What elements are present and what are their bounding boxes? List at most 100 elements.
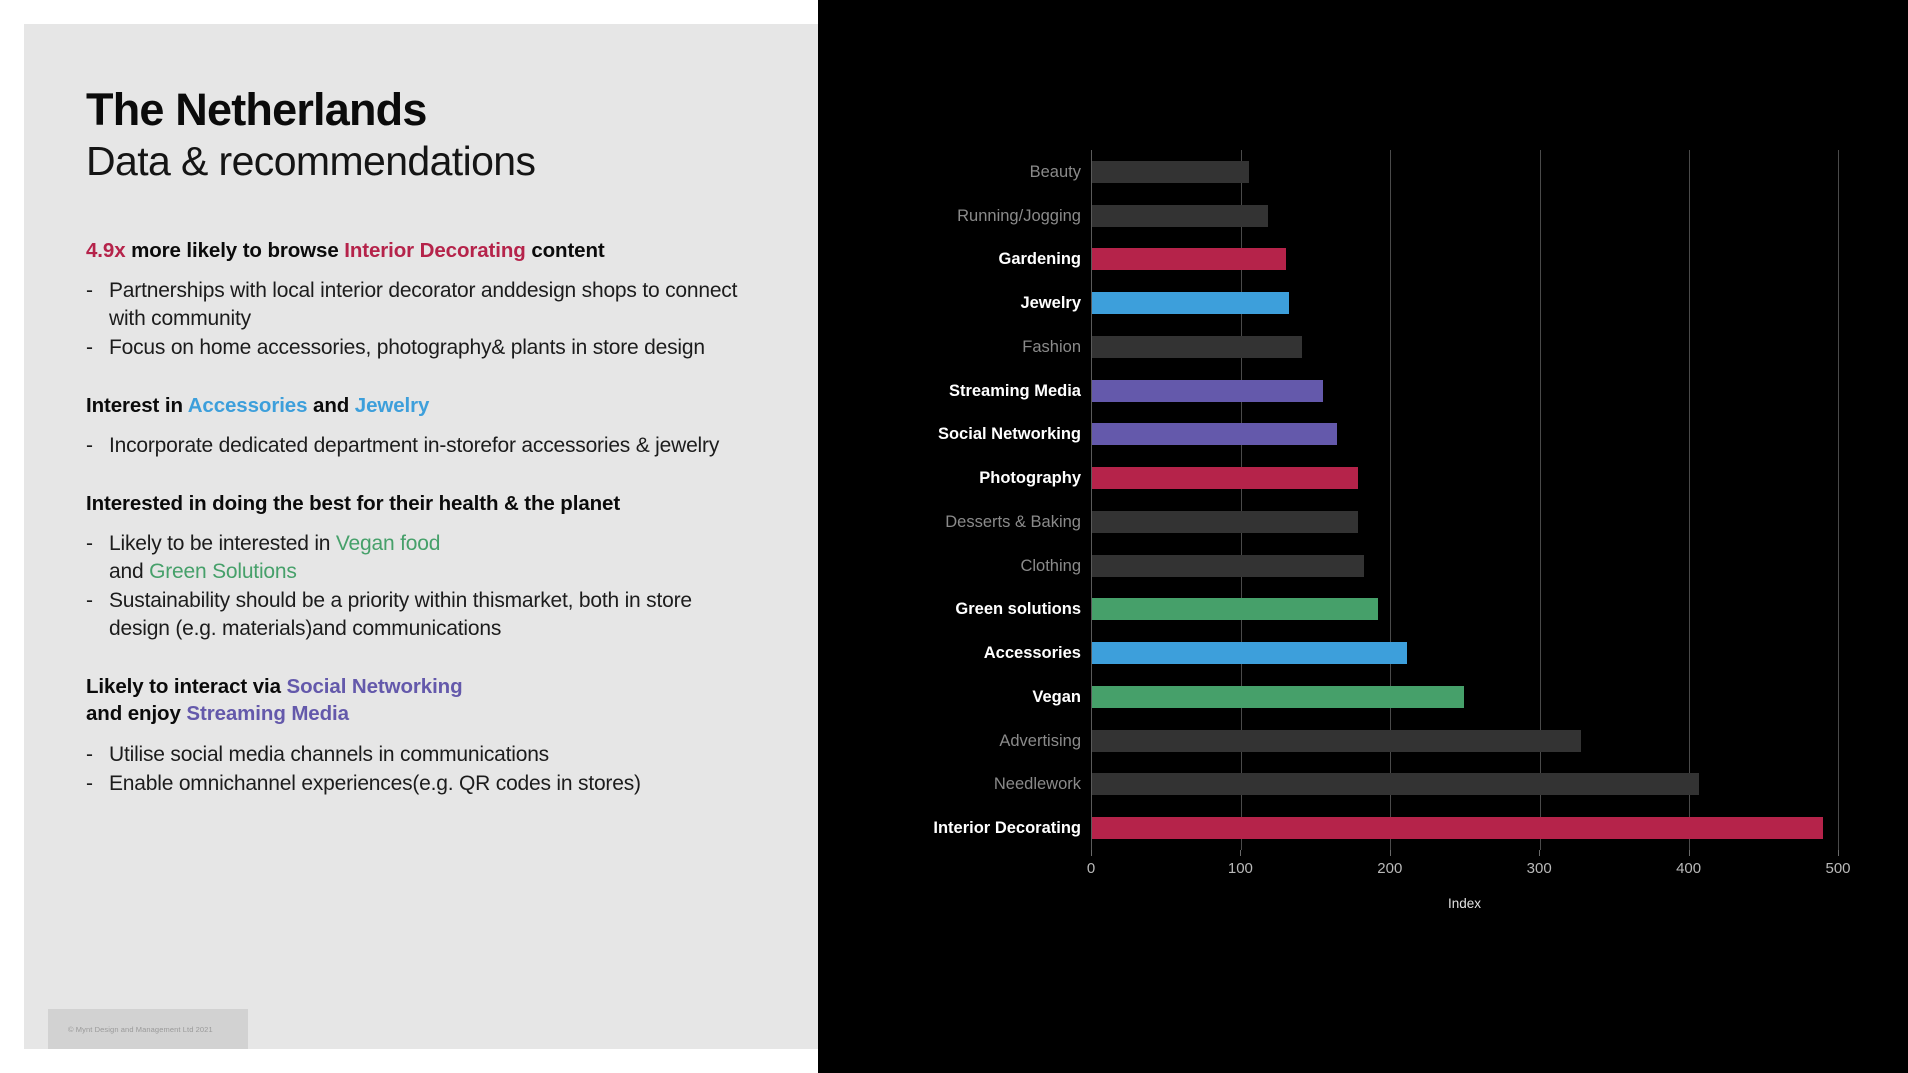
- category-label: Needlework: [993, 775, 1081, 794]
- axis-tick: [1389, 850, 1391, 856]
- heading-fragment: Social Networking: [286, 675, 463, 699]
- bullet-fragment: and: [109, 560, 150, 584]
- category-label: Advertising: [999, 731, 1081, 750]
- axis-tick-label: 500: [1825, 860, 1851, 877]
- bar: [1092, 335, 1303, 358]
- category-label: Vegan: [1032, 687, 1081, 706]
- category-label: Interior Decorating: [933, 818, 1081, 837]
- category-label: Fashion: [1022, 337, 1081, 356]
- bullet-text: Partnerships with local interior decorat…: [109, 277, 758, 333]
- bullet-dash-icon: -: [86, 434, 93, 458]
- axis-tick-label: 100: [1227, 860, 1253, 877]
- bullet-dash-icon: -: [86, 589, 93, 613]
- category-label: Clothing: [1020, 556, 1081, 575]
- recommendation-section: Likely to interact via Social Networking…: [86, 673, 758, 797]
- list-item: - Focus on home accessories, photography&…: [86, 334, 758, 362]
- bar: [1092, 773, 1700, 796]
- category-label: Running/Jogging: [957, 206, 1081, 225]
- list-item: - Likely to be interested in Vegan food an…: [86, 530, 758, 586]
- heading-fragment: 4.9x: [86, 238, 126, 262]
- heading-fragment: Interested in doing the best for their h…: [86, 492, 621, 516]
- category-label: Green solutions: [955, 600, 1081, 619]
- section-heading: Interest in Accessories and Jewelry: [86, 392, 758, 419]
- bar: [1092, 510, 1358, 533]
- x-axis-title: Index: [1447, 896, 1482, 911]
- bullet-dash-icon: -: [86, 532, 93, 556]
- bullet-list: - Utilise social media channels in commun…: [86, 741, 758, 798]
- bar: [1092, 642, 1407, 665]
- heading-fragment: Streaming Media: [186, 702, 349, 726]
- heading-fragment: Accessories: [187, 393, 308, 417]
- bullet-fragment: Focus on home accessories, photography: [109, 336, 492, 360]
- bullet-list: - Partnerships with local interior decora…: [86, 277, 758, 362]
- heading-fragment: Likely to interact via: [86, 675, 287, 699]
- bullet-fragment: Enable omnichannel experiences: [109, 771, 413, 795]
- category-label: Desserts & Baking: [945, 512, 1081, 531]
- axis-tick-label: 400: [1676, 860, 1702, 877]
- page-title: The Netherlands: [86, 84, 427, 135]
- list-item: - Partnerships with local interior decora…: [86, 277, 758, 333]
- category-label: Beauty: [1029, 162, 1081, 181]
- slide: The Netherlands Data & recommendations 4…: [0, 0, 1908, 1073]
- axis-tick-label: 300: [1526, 860, 1552, 877]
- recommendation-section: 4.9x more likely to browse Interior Deco…: [86, 237, 758, 362]
- bullet-fragment: & plants in store design: [491, 336, 705, 360]
- bullet-dash-icon: -: [86, 336, 93, 360]
- axis-tick: [1240, 850, 1242, 856]
- bar: [1092, 598, 1379, 621]
- bullet-text: Likely to be interested in Vegan food and…: [109, 530, 758, 586]
- heading-fragment: Interior Decorating: [344, 238, 526, 262]
- heading-fragment: Interest in: [86, 393, 188, 417]
- bar: [1092, 248, 1286, 271]
- chart-panel: Beauty Running/Jogging Gardening Jewelry Fas…: [818, 0, 1908, 1073]
- category-axis: Beauty Running/Jogging Gardening Jewelry Fas…: [898, 150, 1091, 850]
- bullet-fragment: Vegan food: [335, 532, 441, 556]
- section-heading: 4.9x more likely to browse Interior Deco…: [86, 237, 758, 264]
- bullet-text: Enable omnichannel experiences(e.g. QR c…: [109, 770, 758, 798]
- bar: [1092, 817, 1824, 840]
- axis-tick: [1539, 850, 1541, 856]
- bar: [1092, 554, 1364, 577]
- bullet-list: - Likely to be interested in Vegan food an…: [86, 530, 758, 643]
- bar: [1092, 729, 1582, 752]
- bullet-text: Incorporate dedicated department in-stor…: [109, 432, 758, 460]
- bullet-dash-icon: -: [86, 742, 93, 766]
- bullet-fragment: Green Solutions: [149, 560, 297, 584]
- bullet-fragment: Partnerships with local interior decorat…: [109, 279, 516, 303]
- bullet-fragment: for accessories & jewelry: [491, 434, 720, 458]
- copyright-text: © Mynt Design and Management Ltd 2021: [68, 1024, 213, 1034]
- bar: [1092, 467, 1358, 490]
- bullet-fragment: Utilise social media channels in communi…: [109, 742, 549, 766]
- list-item: - Incorporate dedicated department in-sto…: [86, 432, 758, 460]
- page-subtitle: Data & recommendations: [86, 137, 536, 184]
- gridline: [1838, 150, 1839, 850]
- category-label: Social Networking: [937, 425, 1081, 444]
- bullet-text: Focus on home accessories, photography& …: [109, 334, 758, 362]
- bar: [1092, 160, 1249, 183]
- recommendation-sections: 4.9x more likely to browse Interior Deco…: [86, 237, 758, 797]
- bullet-fragment: Incorporate dedicated department in-stor…: [109, 434, 492, 458]
- heading-fragment: Jewelry: [354, 393, 430, 417]
- bar: [1092, 379, 1324, 402]
- list-item: - Enable omnichannel experiences(e.g. QR …: [86, 770, 758, 798]
- bullet-fragment: (e.g. QR codes in stores): [412, 771, 641, 795]
- bar: [1092, 204, 1269, 227]
- plot-wrapper: Beauty Running/Jogging Gardening Jewelry Fas…: [898, 150, 1839, 850]
- bullet-list: - Incorporate dedicated department in-sto…: [86, 432, 758, 460]
- list-item: - Sustainability should be a priority wit…: [86, 587, 758, 643]
- heading-fragment: and: [307, 393, 355, 417]
- category-label: Jewelry: [1020, 293, 1081, 312]
- bar: [1092, 423, 1337, 446]
- category-label: Streaming Media: [948, 381, 1081, 400]
- bullet-text: Sustainability should be a priority with…: [109, 587, 758, 643]
- category-label: Photography: [979, 468, 1081, 487]
- bullet-dash-icon: -: [86, 279, 93, 303]
- heading-fragment: and enjoy: [86, 702, 187, 726]
- section-heading: Interested in doing the best for their h…: [86, 490, 758, 517]
- bullet-fragment: and communications: [312, 617, 502, 641]
- category-label: Accessories: [983, 643, 1081, 662]
- list-item: - Utilise social media channels in commun…: [86, 741, 758, 769]
- heading-fragment: content: [525, 238, 605, 262]
- axis-tick: [1688, 850, 1690, 856]
- bullet-dash-icon: -: [86, 771, 93, 795]
